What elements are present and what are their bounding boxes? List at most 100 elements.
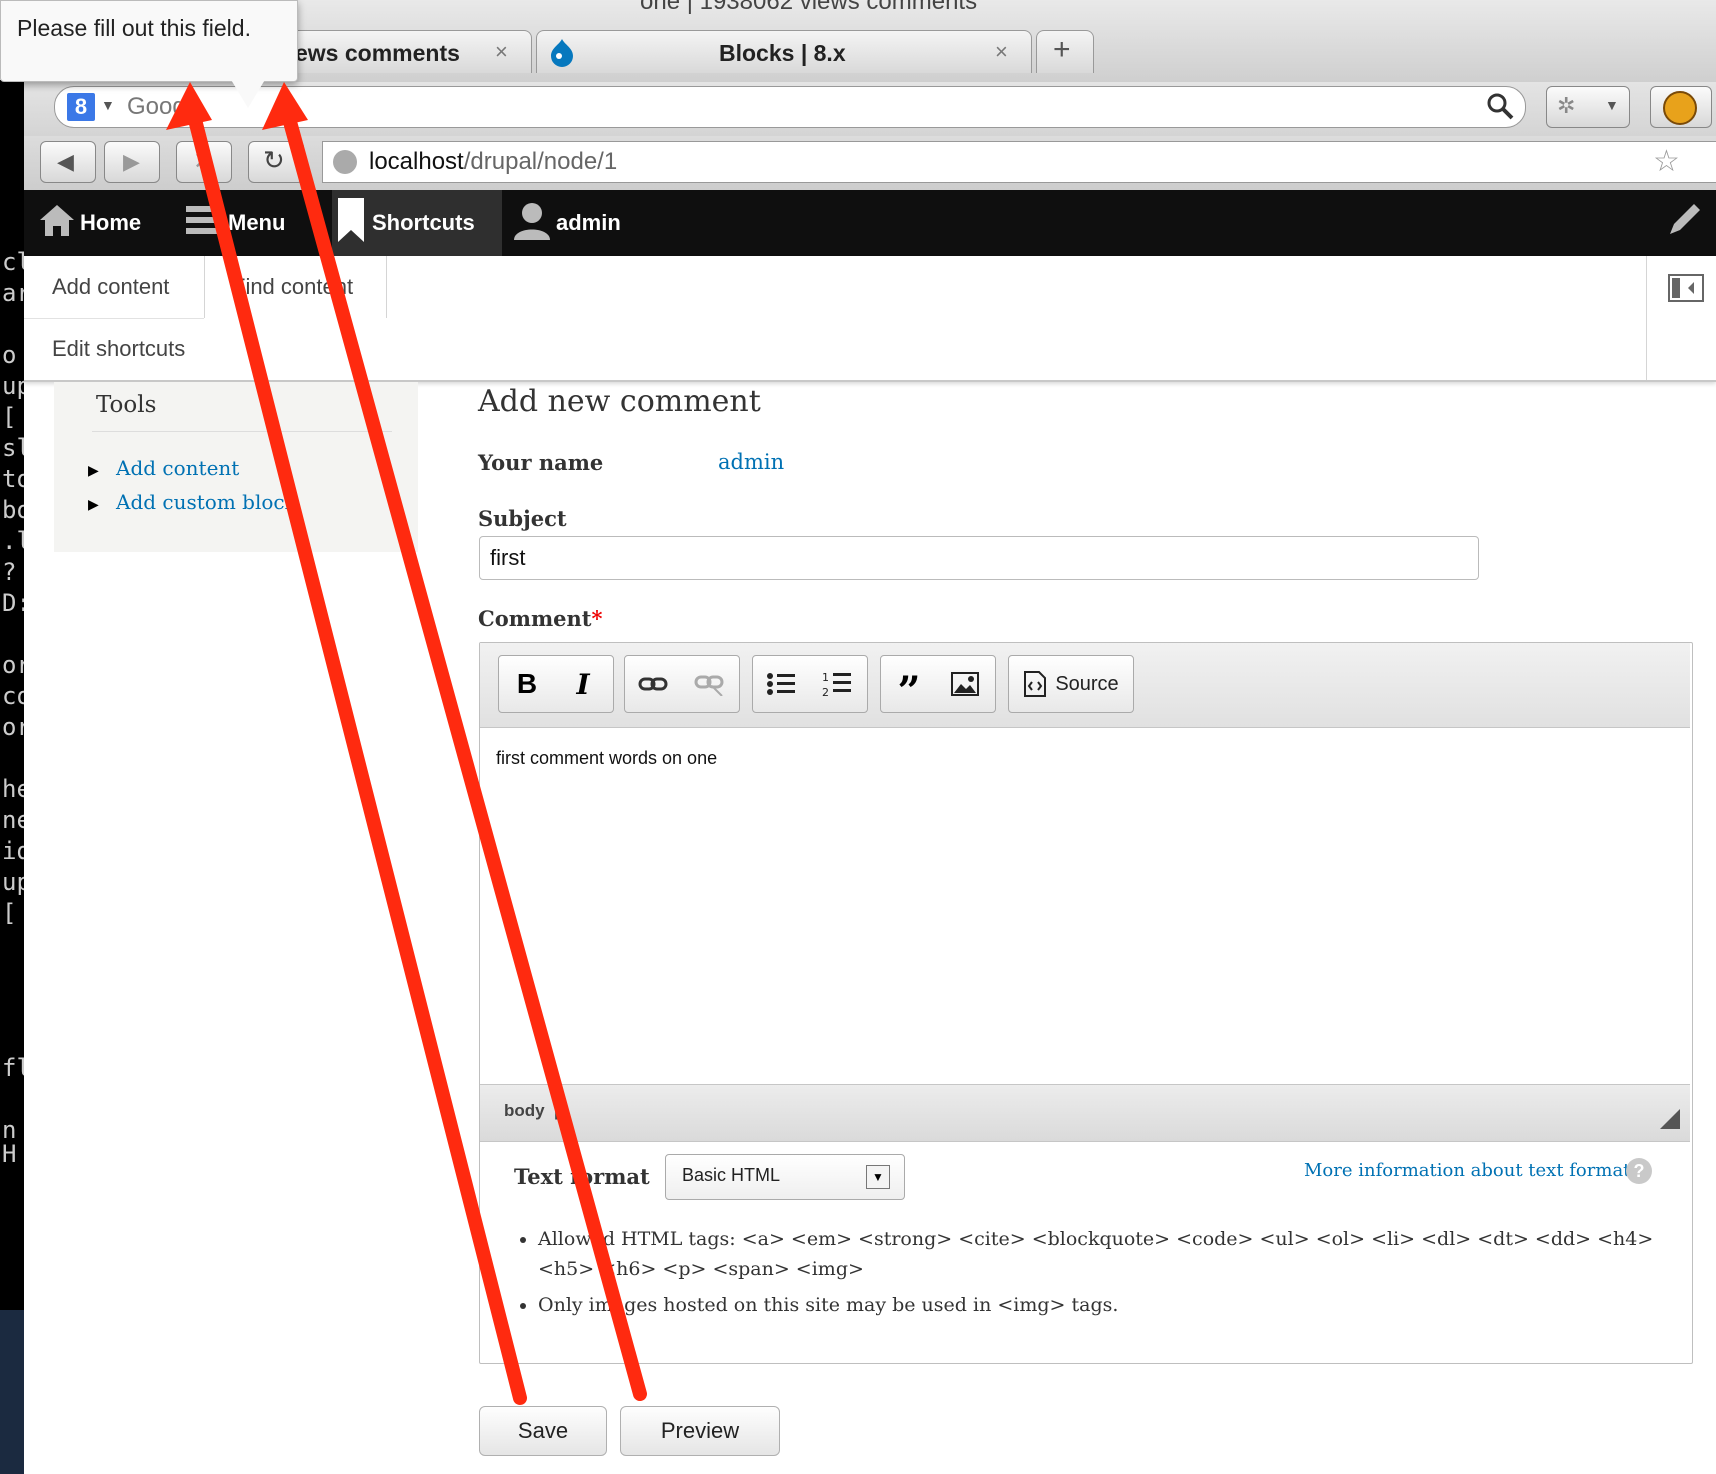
preview-button[interactable]: Preview — [620, 1406, 780, 1456]
bug-icon: ✲ — [1557, 93, 1576, 118]
plus-icon: + — [1053, 33, 1071, 66]
reload-button[interactable]: ↻ — [248, 141, 304, 183]
bulleted-list-button[interactable] — [755, 656, 807, 712]
shortcut-add-content[interactable]: Add content — [52, 274, 169, 300]
divider — [204, 256, 205, 318]
collapse-tray-icon[interactable] — [1668, 274, 1704, 307]
text-format-label: Text format — [514, 1164, 650, 1189]
tools-block: Tools ▶ Add content ▶ Add custom block — [54, 382, 418, 552]
toolbar-home[interactable]: Home — [38, 190, 168, 256]
comment-form-heading: Add new comment — [478, 384, 761, 419]
image-button[interactable] — [939, 656, 991, 712]
toolbar-group-basic: B I — [498, 655, 614, 713]
quote-icon: ” — [897, 667, 921, 715]
hamburger-icon — [184, 202, 222, 244]
help-icon[interactable]: ? — [1626, 1158, 1652, 1184]
shortcut-edit-shortcuts[interactable]: Edit shortcuts — [52, 336, 185, 362]
search-input[interactable]: 8 ▼ Goog — [54, 86, 1526, 128]
element-path-text[interactable]: body p — [504, 1101, 564, 1121]
source-icon — [1024, 671, 1047, 697]
terminal-line: sl — [2, 434, 24, 462]
toolbar-group-links — [624, 655, 740, 713]
terminal-line: ar — [2, 279, 24, 307]
sidebar-link-add-content[interactable]: Add content — [116, 456, 239, 480]
more-info-text-formats-link[interactable]: More information about text formats — [1304, 1160, 1640, 1181]
divider — [24, 318, 204, 319]
toolbar-user[interactable]: admin — [512, 190, 652, 256]
tab-views-comments[interactable]: ews comments × — [290, 30, 532, 73]
toolbar-group-media: ” — [880, 655, 996, 715]
numbered-list-button[interactable]: 12 — [811, 656, 863, 712]
toolbar-group-lists: 12 — [752, 655, 868, 713]
search-icon[interactable] — [1485, 91, 1515, 126]
save-button[interactable]: Save — [479, 1406, 607, 1456]
tools-title: Tools — [96, 392, 157, 418]
unlink-button[interactable] — [683, 656, 735, 712]
comment-body-text: first comment words on one — [496, 748, 718, 768]
tab-close-icon[interactable]: × — [995, 39, 1008, 65]
bullet-triangle-icon: ▶ — [88, 496, 99, 512]
new-tab-button[interactable]: + — [1036, 30, 1094, 73]
url-host: localhost — [369, 148, 464, 175]
toolbar-shortcuts[interactable]: Shortcuts — [332, 190, 502, 256]
address-bar[interactable]: localhost/drupal/node/1 ☆ — [322, 141, 1716, 183]
editor-content-area[interactable]: first comment words on one — [480, 728, 1690, 1084]
subject-input[interactable] — [479, 536, 1479, 580]
forward-button[interactable]: ▶ — [104, 141, 160, 183]
toolbar-shortcuts-label: Shortcuts — [372, 210, 475, 235]
greasemonkey-button[interactable] — [1650, 86, 1712, 128]
terminal-line: up — [2, 868, 24, 896]
drupal-admin-toolbar: Home Menu Shortcuts admin — [24, 190, 1716, 256]
source-button[interactable]: Source — [1009, 656, 1133, 712]
terminal-line: o — [2, 341, 17, 369]
toolbar-edit[interactable] — [1664, 190, 1712, 256]
google-search-engine-icon[interactable]: 8 — [67, 93, 95, 121]
bookmark-star-icon[interactable]: ☆ — [1653, 144, 1680, 179]
search-placeholder: Goog — [127, 93, 186, 120]
link-icon — [638, 677, 668, 691]
terminal-line: or — [2, 713, 24, 741]
shortcut-find-content[interactable]: Find content — [232, 274, 353, 300]
link-button[interactable] — [627, 656, 679, 712]
tab-close-icon[interactable]: × — [495, 39, 508, 65]
window-title: one | 1938062 views comments — [640, 0, 978, 15]
required-marker: * — [591, 606, 603, 631]
url-path: /drupal/node/1 — [463, 148, 618, 175]
terminal-line: or — [2, 651, 24, 679]
validation-tooltip: Please fill out this field. — [0, 0, 298, 82]
bold-button[interactable]: B — [501, 656, 553, 712]
toolbar-menu-label: Menu — [228, 210, 286, 235]
editor-toolbar: B I 12 ” Source — [480, 643, 1690, 728]
chevron-down-icon[interactable]: ▼ — [101, 97, 115, 113]
terminal-line: n H — [2, 1116, 17, 1168]
stop-button[interactable]: ✕ — [176, 141, 232, 183]
text-format-selected: Basic HTML — [682, 1165, 781, 1185]
bulleted-list-icon — [767, 673, 795, 695]
background-terminal: cl ar o up [sl to bo .l? D: or co or he ne id up [fla n H — [0, 80, 24, 1310]
your-name-value[interactable]: admin — [718, 450, 784, 474]
terminal-line: id — [2, 837, 24, 865]
bookmark-icon — [336, 196, 366, 250]
bold-icon: B — [516, 668, 538, 699]
terminal-line: up — [2, 372, 24, 400]
subject-label: Subject — [478, 506, 567, 531]
monkey-icon — [1663, 91, 1697, 125]
extension-button[interactable]: ✲ ▼ — [1546, 86, 1630, 128]
terminal-line: D: — [2, 589, 24, 617]
divider — [1646, 256, 1647, 380]
sidebar-link-add-custom-block[interactable]: Add custom block — [116, 490, 297, 514]
source-label: Source — [1055, 672, 1119, 695]
editor-element-path: body p — [480, 1084, 1690, 1142]
tip-allowed-tags: Allowed HTML tags: <a> <em> <strong> <ci… — [538, 1224, 1698, 1284]
italic-button[interactable]: I — [557, 656, 609, 712]
back-button[interactable]: ◀ — [40, 141, 96, 183]
blockquote-button[interactable]: ” — [883, 656, 935, 715]
toolbar-menu[interactable]: Menu — [184, 190, 314, 256]
terminal-line: .l — [2, 527, 24, 555]
drupal-favicon-icon — [547, 37, 577, 72]
text-format-select[interactable]: Basic HTML ▼ — [665, 1154, 905, 1200]
resize-handle-icon[interactable] — [1660, 1109, 1680, 1129]
tip-images: Only images hosted on this site may be u… — [538, 1290, 1698, 1320]
tab-blocks[interactable]: Blocks | 8.x × — [536, 30, 1032, 73]
desktop-background — [0, 1310, 24, 1474]
